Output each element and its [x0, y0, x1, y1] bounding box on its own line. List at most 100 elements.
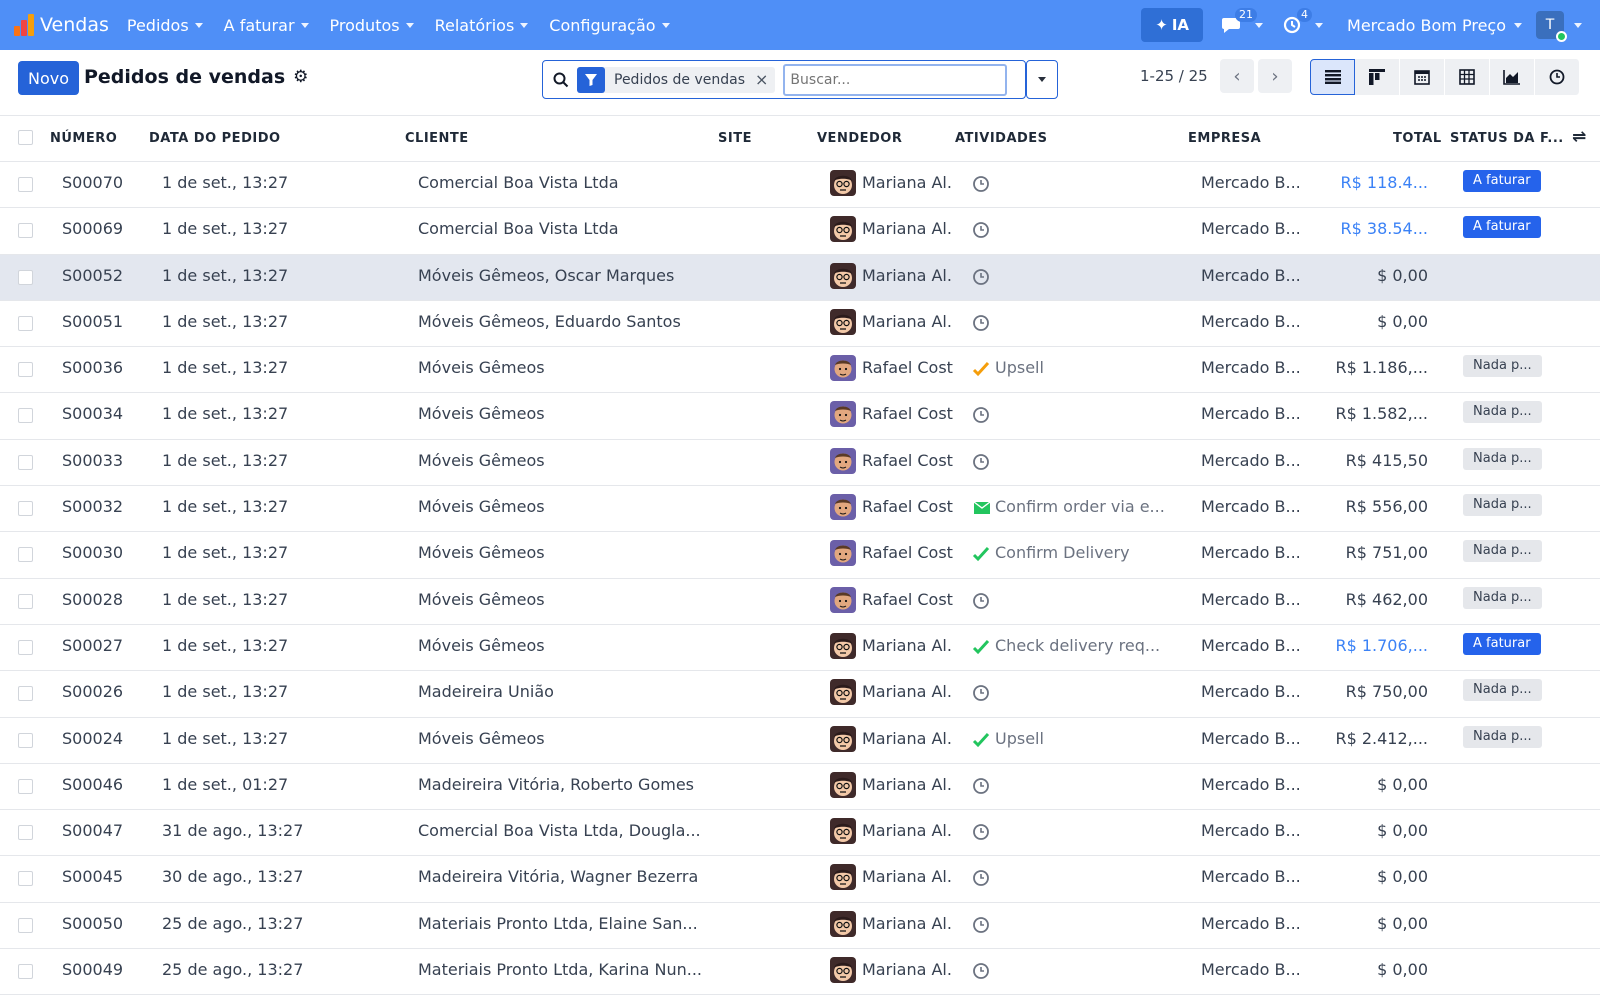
row-checkbox[interactable]	[18, 825, 33, 841]
invoice-status-badge: A faturar	[1463, 632, 1541, 655]
check-green-icon[interactable]	[972, 638, 990, 656]
table-row[interactable]: S00070 1 de set., 13:27 Comercial Boa Vist…	[0, 162, 1600, 209]
row-checkbox[interactable]	[18, 686, 33, 702]
order-number: S00027	[62, 635, 124, 655]
row-checkbox[interactable]	[18, 639, 33, 655]
clock-icon[interactable]	[972, 221, 990, 239]
clock-icon[interactable]	[972, 453, 990, 471]
search-options-toggle[interactable]	[1026, 60, 1058, 99]
filter-facet[interactable]: Pedidos de vendas ×	[577, 66, 776, 93]
row-checkbox[interactable]	[18, 269, 33, 285]
check-green-icon[interactable]	[972, 731, 990, 749]
clock-icon[interactable]	[972, 175, 990, 193]
activities-button[interactable]: 4	[1283, 8, 1324, 34]
row-checkbox[interactable]	[18, 871, 33, 887]
menu-pedidos[interactable]: Pedidos	[127, 16, 203, 35]
messages-button[interactable]: 21	[1221, 8, 1264, 34]
row-checkbox[interactable]	[18, 547, 33, 563]
column-header-total[interactable]: TOTAL	[1393, 131, 1442, 146]
menu-relatorios[interactable]: Relatórios	[435, 16, 529, 35]
clock-icon[interactable]	[972, 916, 990, 934]
company-switcher[interactable]: Mercado Bom Preço	[1347, 16, 1522, 35]
table-row[interactable]: S00046 1 de set., 01:27 Madeireira Vitória…	[0, 764, 1600, 811]
table-row[interactable]: S00047 31 de ago., 13:27 Comercial Boa Vis…	[0, 810, 1600, 857]
chevron-down-icon[interactable]	[1574, 22, 1582, 28]
clock-icon[interactable]	[972, 869, 990, 887]
gear-icon[interactable]: ⚙	[293, 67, 308, 87]
column-header-activities[interactable]: ATIVIDADES	[955, 131, 1048, 146]
pager-value[interactable]: 1-25 / 25	[1140, 67, 1208, 85]
row-checkbox[interactable]	[18, 778, 33, 794]
clock-icon[interactable]	[972, 777, 990, 795]
check-orange-icon[interactable]	[972, 360, 990, 378]
row-checkbox[interactable]	[18, 177, 33, 192]
search-icon[interactable]	[553, 72, 569, 88]
table-row[interactable]: S00036 1 de set., 13:27 Móveis Gêmeos Rafae…	[0, 347, 1600, 394]
table-row[interactable]: S00026 1 de set., 13:27 Madeireira União Ma…	[0, 671, 1600, 718]
pivot-view-button[interactable]	[1445, 59, 1490, 95]
list-view-button[interactable]	[1310, 59, 1355, 95]
ai-button[interactable]: ✦ IA	[1141, 8, 1204, 42]
graph-view-button[interactable]	[1490, 59, 1535, 95]
column-header-number[interactable]: NÚMERO	[50, 131, 117, 146]
table-row[interactable]: S00050 25 de ago., 13:27 Materiais Pronto …	[0, 903, 1600, 950]
row-checkbox[interactable]	[18, 964, 33, 980]
table-row[interactable]: S00045 30 de ago., 13:27 Madeireira Vitóri…	[0, 856, 1600, 903]
row-checkbox[interactable]	[18, 362, 33, 378]
menu-configuracao[interactable]: Configuração	[549, 16, 670, 35]
search-input[interactable]	[783, 63, 1008, 96]
new-button[interactable]: Novo	[18, 61, 80, 95]
row-checkbox[interactable]	[18, 223, 33, 239]
table-row[interactable]: S00034 1 de set., 13:27 Móveis Gêmeos Rafae…	[0, 393, 1600, 440]
clock-icon[interactable]	[972, 962, 990, 980]
clock-icon[interactable]	[972, 314, 990, 332]
row-checkbox[interactable]	[18, 917, 33, 933]
user-avatar[interactable]: T	[1536, 11, 1567, 42]
activity-summary[interactable]: Check delivery req...	[995, 636, 1160, 655]
column-header-salesperson[interactable]: VENDEDOR	[817, 131, 902, 146]
row-checkbox[interactable]	[18, 593, 33, 609]
row-checkbox[interactable]	[18, 454, 33, 470]
check-green-icon[interactable]	[972, 545, 990, 563]
select-all-checkbox[interactable]	[18, 130, 33, 145]
row-checkbox[interactable]	[18, 408, 33, 424]
table-row[interactable]: S00032 1 de set., 13:27 Móveis Gêmeos Rafae…	[0, 486, 1600, 533]
activity-summary[interactable]: Confirm Delivery	[995, 543, 1130, 562]
column-header-site[interactable]: SITE	[718, 131, 752, 146]
clock-icon[interactable]	[972, 406, 990, 424]
column-settings-icon[interactable]: ⇌	[1572, 127, 1587, 147]
previous-page-button[interactable]: ‹	[1220, 59, 1254, 93]
menu-a-faturar[interactable]: A faturar	[224, 16, 309, 35]
row-checkbox[interactable]	[18, 501, 33, 517]
column-header-customer[interactable]: CLIENTE	[405, 131, 469, 146]
activity-summary[interactable]: Upsell	[995, 729, 1044, 748]
table-row[interactable]: S00030 1 de set., 13:27 Móveis Gêmeos Rafae…	[0, 532, 1600, 579]
row-checkbox[interactable]	[18, 315, 33, 331]
table-row[interactable]: S00049 25 de ago., 13:27 Materiais Pronto …	[0, 949, 1600, 996]
column-header-company[interactable]: EMPRESA	[1188, 131, 1261, 146]
menu-produtos[interactable]: Produtos	[330, 16, 414, 35]
close-icon[interactable]: ×	[755, 70, 775, 89]
table-row[interactable]: S00033 1 de set., 13:27 Móveis Gêmeos Rafae…	[0, 440, 1600, 487]
column-header-date[interactable]: DATA DO PEDIDO	[149, 131, 281, 146]
column-header-invoice-status[interactable]: STATUS DA F...	[1450, 131, 1564, 146]
app-logo[interactable]: Vendas	[14, 14, 127, 36]
activity-view-button[interactable]	[1535, 59, 1580, 95]
clock-icon[interactable]	[972, 592, 990, 610]
table-row[interactable]: S00028 1 de set., 13:27 Móveis Gêmeos Rafae…	[0, 579, 1600, 625]
calendar-view-button[interactable]	[1400, 59, 1445, 95]
clock-icon[interactable]	[972, 823, 990, 841]
clock-icon[interactable]	[972, 268, 990, 286]
next-page-button[interactable]: ›	[1258, 59, 1292, 93]
activity-summary[interactable]: Confirm order via e...	[995, 497, 1165, 516]
row-checkbox[interactable]	[18, 732, 33, 748]
table-row[interactable]: S00027 1 de set., 13:27 Móveis Gêmeos Maria…	[0, 625, 1600, 672]
envelope-icon[interactable]	[972, 499, 991, 517]
table-row[interactable]: S00069 1 de set., 13:27 Comercial Boa Vist…	[0, 208, 1600, 255]
kanban-view-button[interactable]	[1355, 59, 1400, 95]
table-row[interactable]: S00051 1 de set., 13:27 Móveis Gêmeos, Edu…	[0, 301, 1600, 348]
activity-summary[interactable]: Upsell	[995, 358, 1044, 377]
table-row[interactable]: S00024 1 de set., 13:27 Móveis Gêmeos Maria…	[0, 718, 1600, 764]
table-row[interactable]: S00052 1 de set., 13:27 Móveis Gêmeos, Osc…	[0, 254, 1600, 301]
clock-icon[interactable]	[972, 684, 990, 702]
